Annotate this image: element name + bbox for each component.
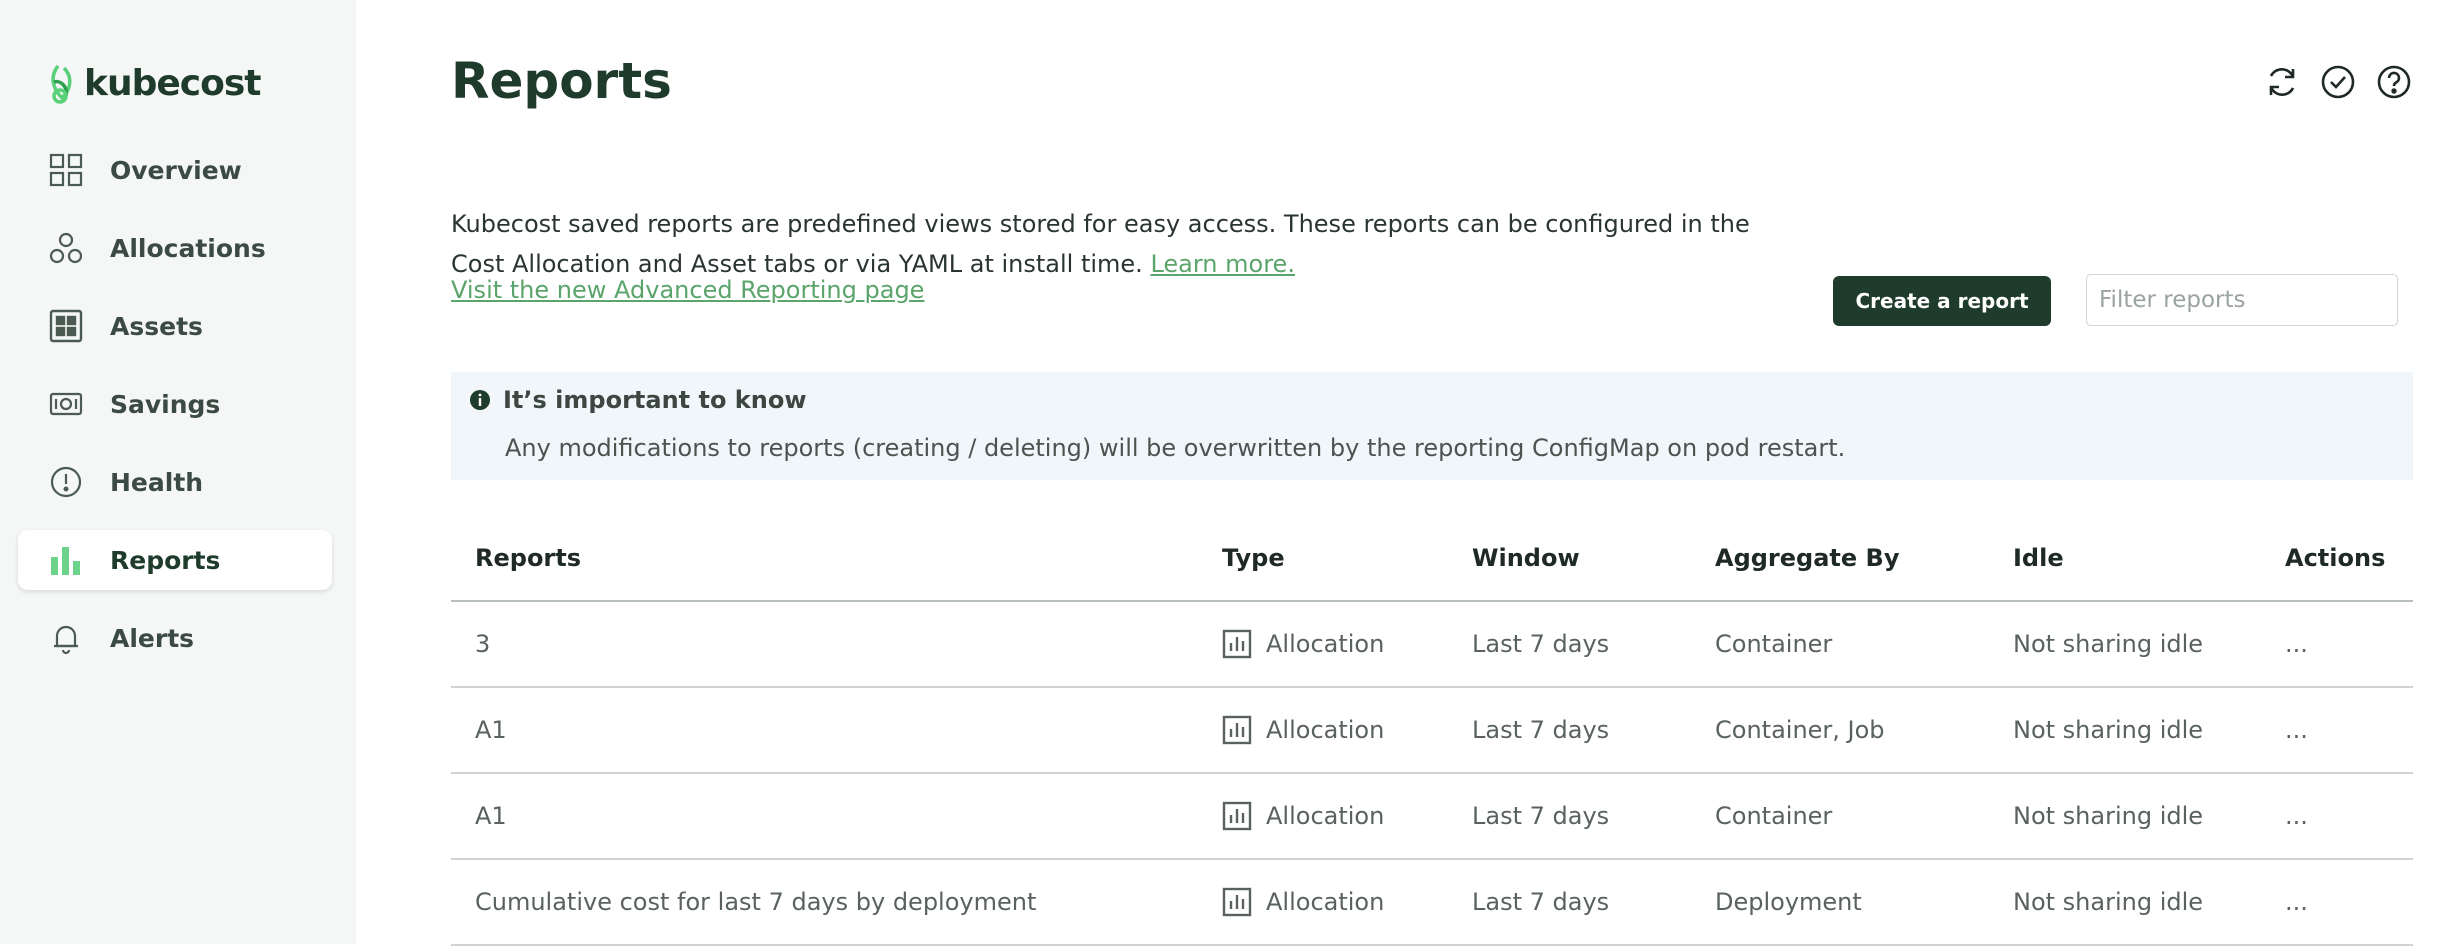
- intro-text: Kubecost saved reports are predefined vi…: [451, 204, 1751, 284]
- idle-cell: Not sharing idle: [1989, 773, 2261, 860]
- column-header-type[interactable]: Type: [1198, 516, 1448, 602]
- column-header-idle[interactable]: Idle: [1989, 516, 2261, 602]
- column-header-window[interactable]: Window: [1448, 516, 1691, 602]
- sidebar-item-label: Overview: [110, 155, 242, 185]
- column-header-reports[interactable]: Reports: [451, 516, 1198, 602]
- report-name-link[interactable]: A1: [451, 687, 1198, 774]
- notice-header: It’s important to know: [469, 386, 807, 414]
- table-row[interactable]: A1 Allocation Last 7 days Container Not …: [451, 773, 2413, 860]
- info-notice: It’s important to know Any modifications…: [451, 372, 2413, 480]
- report-type: Allocation: [1266, 888, 1385, 916]
- sidebar-item-label: Savings: [110, 389, 221, 419]
- report-name-link[interactable]: Cumulative cost for last 7 days by deplo…: [451, 859, 1198, 946]
- aggregate-cell: Container: [1691, 601, 1989, 688]
- report-type: Allocation: [1266, 630, 1385, 658]
- table-row[interactable]: Cumulative cost for last 7 days by deplo…: [451, 859, 2413, 946]
- refresh-icon[interactable]: [2264, 64, 2300, 100]
- row-actions-menu[interactable]: ...: [2261, 601, 2413, 688]
- table-row[interactable]: 3 Allocation Last 7 days Container Not s…: [451, 601, 2413, 688]
- learn-more-link[interactable]: Learn more.: [1150, 250, 1295, 278]
- intro-description: Kubecost saved reports are predefined vi…: [451, 210, 1750, 278]
- report-type-icon: [1222, 715, 1252, 745]
- grid-icon: [48, 152, 84, 188]
- report-type-icon: [1222, 629, 1252, 659]
- row-actions-menu[interactable]: ...: [2261, 859, 2413, 946]
- window-cell: Last 7 days: [1448, 859, 1691, 946]
- aggregate-cell: Container: [1691, 773, 1989, 860]
- kubecost-logo-icon: [51, 64, 72, 104]
- sidebar-item-allocations[interactable]: Allocations: [18, 218, 332, 278]
- sidebar-item-label: Allocations: [110, 233, 266, 263]
- help-icon[interactable]: [2376, 64, 2412, 100]
- column-header-actions: Actions: [2261, 516, 2413, 602]
- notice-title: It’s important to know: [503, 386, 807, 414]
- reports-table: Reports Type Window Aggregate By Idle Ac…: [451, 516, 2413, 946]
- report-type: Allocation: [1266, 802, 1385, 830]
- sidebar-item-label: Assets: [110, 311, 203, 341]
- bar-chart-icon: [48, 542, 84, 578]
- sidebar-nav: Overview Allocations Assets Savings Heal…: [18, 140, 332, 686]
- report-type-icon: [1222, 887, 1252, 917]
- idle-cell: Not sharing idle: [1989, 687, 2261, 774]
- page-title: Reports: [451, 52, 672, 110]
- circles-icon: [48, 230, 84, 266]
- type-cell: Allocation: [1198, 773, 1448, 860]
- report-type-icon: [1222, 801, 1252, 831]
- window-cell: Last 7 days: [1448, 773, 1691, 860]
- money-icon: [48, 386, 84, 422]
- sidebar-item-alerts[interactable]: Alerts: [18, 608, 332, 668]
- bell-icon: [48, 620, 84, 656]
- table-header-row: Reports Type Window Aggregate By Idle Ac…: [451, 516, 2413, 602]
- check-circle-icon[interactable]: [2320, 64, 2356, 100]
- sidebar-item-overview[interactable]: Overview: [18, 140, 332, 200]
- aggregate-cell: Container, Job: [1691, 687, 1989, 774]
- sidebar-item-savings[interactable]: Savings: [18, 374, 332, 434]
- idle-cell: Not sharing idle: [1989, 601, 2261, 688]
- sidebar-item-assets[interactable]: Assets: [18, 296, 332, 356]
- sidebar-item-label: Health: [110, 467, 204, 497]
- window-cell: Last 7 days: [1448, 601, 1691, 688]
- report-type: Allocation: [1266, 716, 1385, 744]
- report-name-link[interactable]: 3: [451, 601, 1198, 688]
- alert-circle-icon: [48, 464, 84, 500]
- assets-icon: [48, 308, 84, 344]
- column-header-aggregate-by[interactable]: Aggregate By: [1691, 516, 1989, 602]
- idle-cell: Not sharing idle: [1989, 859, 2261, 946]
- type-cell: Allocation: [1198, 859, 1448, 946]
- sidebar-item-reports[interactable]: Reports: [18, 530, 332, 590]
- sidebar-item-health[interactable]: Health: [18, 452, 332, 512]
- main-content: Reports Kubecost saved reports are prede…: [451, 0, 2413, 946]
- info-icon: [470, 390, 490, 410]
- sidebar: kubecost Overview Allocations Assets Sav…: [0, 0, 356, 944]
- window-cell: Last 7 days: [1448, 687, 1691, 774]
- row-actions-menu[interactable]: ...: [2261, 687, 2413, 774]
- sidebar-item-label: Alerts: [110, 623, 195, 653]
- header-actions: [2264, 64, 2412, 100]
- type-cell: Allocation: [1198, 687, 1448, 774]
- report-name-link[interactable]: A1: [451, 773, 1198, 860]
- advanced-reporting-link[interactable]: Visit the new Advanced Reporting page: [451, 276, 924, 304]
- aggregate-cell: Deployment: [1691, 859, 1989, 946]
- filter-reports-input[interactable]: [2086, 274, 2398, 326]
- type-cell: Allocation: [1198, 601, 1448, 688]
- notice-body: Any modifications to reports (creating /…: [505, 434, 1846, 462]
- table-row[interactable]: A1 Allocation Last 7 days Container, Job…: [451, 687, 2413, 774]
- create-report-button[interactable]: Create a report: [1833, 276, 2051, 326]
- kubecost-logo[interactable]: kubecost: [46, 62, 261, 104]
- row-actions-menu[interactable]: ...: [2261, 773, 2413, 860]
- sidebar-item-label: Reports: [110, 545, 221, 575]
- brand-name: kubecost: [84, 62, 261, 104]
